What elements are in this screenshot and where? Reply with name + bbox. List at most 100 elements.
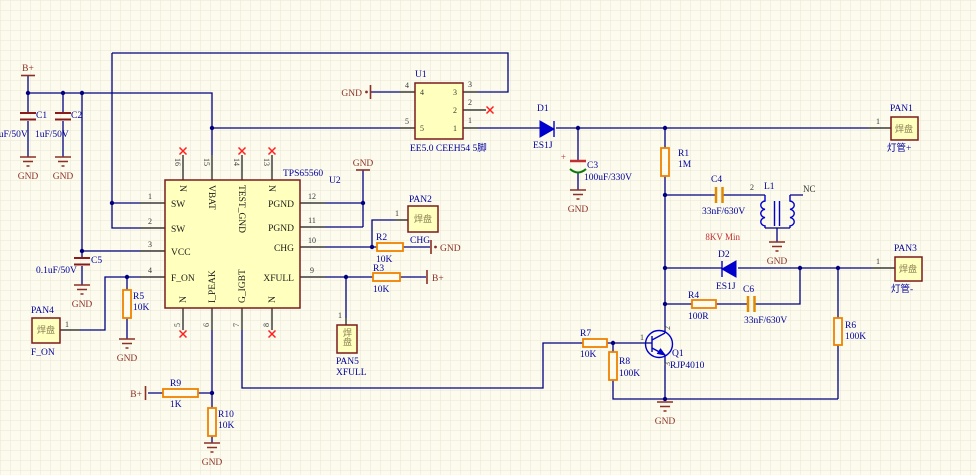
u2-pin-number: 16 [173, 158, 182, 166]
gnd-label: GND [341, 89, 362, 99]
pan5-pin-number: 1 [338, 311, 342, 320]
r6-value: 100K [845, 332, 866, 342]
d2-value: ES1J [716, 282, 736, 292]
c1-value: 1uF/50V [0, 130, 28, 140]
c2-designator: C2 [71, 111, 82, 121]
r10-designator: R10 [218, 410, 234, 420]
pan1-designator: PAN1 [890, 104, 913, 114]
r1-designator: R1 [678, 149, 689, 159]
c6-value: 33nF/630V [744, 316, 787, 326]
pan2-designator: PAN2 [409, 195, 432, 205]
u1-pin-number: 4 [420, 88, 424, 97]
bplus-label: B+ [22, 64, 34, 74]
u2-pin-name: N [177, 185, 187, 192]
u2-pin-number: 2 [148, 217, 152, 226]
u1-pin-number: 1 [468, 116, 472, 125]
pan5-designator: PAN5 [336, 357, 359, 367]
gnd-label: GND [18, 172, 39, 182]
c1-designator: C1 [36, 111, 47, 121]
gnd-label: GND [568, 205, 589, 215]
u2-designator: U2 [329, 176, 341, 186]
u2-pin-name: N [179, 296, 189, 303]
pan1-pad-label: 焊盘 [895, 123, 913, 134]
u2-pin-name: G_IGBT [238, 269, 248, 303]
l1-pin-number: 2 [750, 183, 754, 192]
pan4-designator: PAN4 [31, 306, 54, 316]
u2-pin-name: VBAT [206, 185, 216, 210]
power-port-bplus-top[interactable]: B+ [21, 64, 35, 77]
u2-pin-name: PGND [268, 200, 294, 210]
u2-pin-number: 11 [308, 216, 316, 225]
r10-value: 10K [218, 421, 235, 431]
pan3-designator: PAN3 [894, 244, 917, 254]
u2-pin-name: I_PEAK [208, 270, 218, 303]
u2-pin-number: 13 [262, 158, 271, 166]
d1-designator: D1 [537, 104, 549, 114]
gnd-label: GND [440, 244, 461, 254]
pan2-net-label: CHG [410, 236, 430, 246]
pan5-pad-label: 焊盘 [342, 327, 352, 346]
r9-value: 1K [170, 400, 182, 410]
power-port-gnd-pgnd[interactable]: GND [353, 159, 374, 171]
d2-designator: D2 [718, 250, 730, 260]
u2-pin-number: 14 [232, 158, 241, 166]
u2-pin-number: 10 [308, 236, 316, 245]
pan5-net-label: XFULL [336, 368, 367, 378]
r6-designator: R6 [845, 321, 856, 331]
q1-part: RJP4010 [670, 361, 705, 371]
gnd-label: GND [767, 257, 788, 267]
sheet-grid [0, 0, 976, 475]
gnd-label: GND [202, 458, 223, 468]
gnd-label: GND [117, 354, 138, 364]
c4-designator: C4 [711, 175, 722, 185]
u1-comment: EE5.0 CEEH54 5脚 [410, 143, 487, 154]
u1-designator: U1 [415, 70, 427, 80]
r3-value: 10K [373, 285, 390, 295]
u2-pin-name: N [268, 296, 278, 303]
u2-pin-number: 15 [202, 158, 211, 166]
l1-rating: 8KV Min [705, 232, 740, 242]
pan2-pin-number: 1 [395, 209, 399, 218]
u1-pin-number: 5 [405, 117, 409, 126]
c3-plus-mark: + [561, 152, 566, 162]
u1-pin-number: 4 [405, 81, 409, 90]
u2-pin-name: TEST_GND [236, 185, 246, 233]
u2-pin-name: PGND [268, 224, 294, 234]
u2-pin-number: 9 [310, 266, 314, 275]
u2-pin-name: N [266, 185, 276, 192]
bplus-label: B+ [130, 390, 142, 400]
u2-pin-number: 7 [232, 323, 241, 327]
r1-value: 1M [678, 160, 692, 170]
u2-pin-number: 6 [202, 323, 211, 327]
u2-pin-name: XFULL [263, 274, 294, 284]
u2-pin-name: SW [171, 200, 185, 210]
u1-pin-number: 2 [453, 106, 457, 115]
r5-designator: R5 [133, 292, 144, 302]
u1-pin-number: 3 [468, 80, 472, 89]
gnd-label: GND [53, 172, 74, 182]
c2-value: 1uF/50V [35, 130, 69, 140]
r4-value: 100R [688, 312, 709, 322]
c3-value: 100uF/330V [584, 173, 632, 183]
pan3-pad-label: 焊盘 [899, 263, 917, 274]
u2-pin-name: SW [171, 225, 185, 235]
pan3-net-label: 灯管- [891, 283, 913, 295]
q1-pin-number: 1 [640, 333, 644, 342]
c6-designator: C6 [743, 285, 754, 295]
u1-pin-number: 5 [420, 124, 424, 133]
r3-designator: R3 [373, 264, 384, 274]
r8-designator: R8 [619, 357, 630, 367]
r2-designator: R2 [376, 233, 387, 243]
l1-nc-label: NC [803, 184, 816, 194]
r7-designator: R7 [580, 329, 591, 339]
l1-designator: L1 [764, 182, 775, 192]
pan4-pad-label: 焊盘 [37, 324, 55, 335]
u2-pin-number: 8 [262, 323, 271, 327]
u2-pin-number: 1 [148, 192, 152, 201]
c5-designator: C5 [91, 256, 102, 266]
pan2-pad-label: 焊盘 [414, 213, 432, 224]
gnd-label: GND [655, 417, 676, 427]
u2-pin-number: 3 [148, 240, 152, 249]
u2-pin-number: 5 [173, 323, 182, 327]
u2-pin-name: CHG [274, 244, 294, 254]
